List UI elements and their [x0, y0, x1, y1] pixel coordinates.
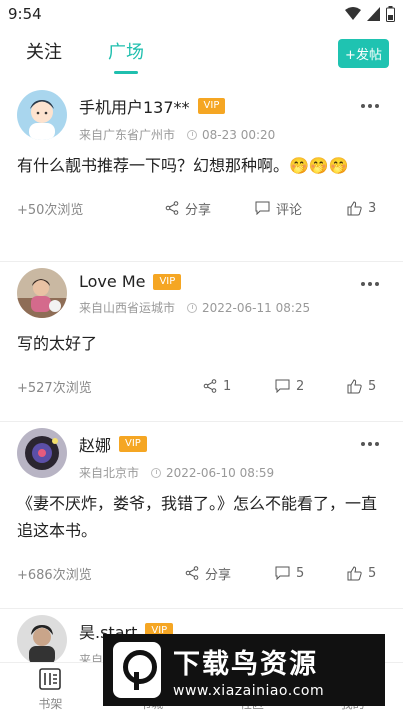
share-button[interactable]: 分享 — [165, 199, 211, 218]
status-bar: 9:54 — [0, 0, 403, 28]
like-button[interactable]: 5 — [347, 566, 376, 581]
share-icon — [203, 379, 217, 393]
post-card[interactable]: 手机用户137** VIP 来自广东省广州市 08-23 00:20 有什么靓书… — [0, 84, 403, 262]
avatar[interactable] — [17, 615, 67, 662]
share-icon — [185, 566, 199, 580]
tab-square[interactable]: 广场 — [108, 38, 144, 74]
post-feed[interactable]: 手机用户137** VIP 来自广东省广州市 08-23 00:20 有什么靓书… — [0, 84, 403, 662]
post-content[interactable]: 有什么靓书推荐一下吗？幻想那种啊。🤭🤭🤭 — [17, 152, 385, 179]
comment-icon — [255, 201, 270, 215]
more-options-icon[interactable] — [361, 104, 379, 108]
more-options-icon[interactable] — [361, 282, 379, 286]
thumbs-up-icon — [347, 200, 362, 215]
battery-icon — [386, 6, 395, 22]
avatar[interactable] — [17, 268, 67, 318]
share-label: 分享 — [185, 202, 212, 218]
avatar[interactable] — [17, 428, 67, 478]
like-count: 3 — [368, 200, 377, 216]
watermark-title: 下载鸟资源 — [173, 648, 318, 680]
post-content[interactable]: 《妻不厌炸，娄爷，我错了。》怎么不能看了，一直追这本书。 — [17, 490, 385, 544]
status-icons — [345, 6, 395, 22]
share-count: 1 — [223, 378, 232, 394]
avatar[interactable] — [17, 90, 67, 140]
watermark-logo-icon — [113, 642, 161, 698]
like-button[interactable]: 5 — [347, 379, 376, 394]
vip-badge: VIP — [197, 98, 226, 114]
username[interactable]: 赵娜 — [79, 432, 111, 456]
more-options-icon[interactable] — [361, 442, 379, 446]
watermark-banner: 下载鸟资源 www.xiazainiao.com — [103, 634, 385, 706]
comment-count: 5 — [296, 565, 305, 581]
tab-square-label: 广场 — [108, 42, 144, 63]
post-card[interactable]: Love Me VIP 来自山西省运城市 2022-06-11 08:25 写的… — [0, 262, 403, 422]
tab-follow[interactable]: 关注 — [26, 38, 62, 64]
watermark-url: www.xiazainiao.com — [173, 682, 325, 699]
share-label: 分享 — [205, 567, 232, 583]
wifi-icon — [345, 7, 361, 20]
post-time: 08-23 00:20 — [202, 127, 276, 142]
comment-label: 评论 — [276, 202, 303, 218]
like-count: 5 — [368, 378, 377, 394]
nav-bookshelf[interactable]: 书架 — [0, 663, 101, 716]
thumbs-up-icon — [347, 378, 362, 393]
comment-button[interactable]: 2 — [275, 379, 304, 394]
comment-icon — [275, 566, 290, 580]
post-location: 来自 — [79, 653, 104, 662]
vip-badge: VIP — [153, 273, 182, 290]
post-card[interactable]: 赵娜 VIP 来自北京市 2022-06-10 08:59 《妻不厌炸，娄爷，我… — [0, 422, 403, 609]
post-location: 来自广东省广州市 — [79, 128, 176, 142]
thumbs-up-icon — [347, 565, 362, 580]
view-count: +686次浏览 — [17, 567, 92, 583]
top-tab-bar: 关注 广场 +发帖 — [0, 28, 403, 74]
comment-count: 2 — [296, 378, 305, 394]
post-content[interactable]: 写的太好了 — [17, 330, 385, 357]
nav-label: 书架 — [38, 697, 63, 711]
share-button[interactable]: 1 — [203, 379, 231, 394]
share-button[interactable]: 分享 — [185, 564, 231, 583]
post-location: 来自北京市 — [79, 466, 140, 480]
vip-badge: VIP — [119, 436, 147, 452]
username[interactable]: 手机用户137** — [79, 94, 190, 118]
post-time: 2022-06-11 08:25 — [202, 300, 311, 315]
comment-button[interactable]: 评论 — [255, 199, 302, 218]
signal-icon — [367, 7, 380, 21]
post-location: 来自山西省运城市 — [79, 301, 176, 315]
active-tab-indicator — [114, 71, 138, 74]
comment-button[interactable]: 5 — [275, 566, 304, 581]
clock-icon — [151, 467, 162, 478]
status-time: 9:54 — [8, 5, 42, 23]
view-count: +50次浏览 — [17, 202, 84, 218]
clock-icon — [187, 129, 198, 140]
post-time: 2022-06-10 08:59 — [166, 465, 275, 480]
clock-icon — [187, 302, 198, 313]
username[interactable]: Love Me — [79, 272, 145, 291]
like-count: 5 — [368, 565, 377, 581]
like-button[interactable]: 3 — [347, 201, 376, 216]
bookshelf-icon — [39, 668, 62, 690]
view-count: +527次浏览 — [17, 380, 92, 396]
comment-icon — [275, 379, 290, 393]
new-post-button[interactable]: +发帖 — [338, 39, 389, 68]
share-icon — [165, 201, 179, 215]
